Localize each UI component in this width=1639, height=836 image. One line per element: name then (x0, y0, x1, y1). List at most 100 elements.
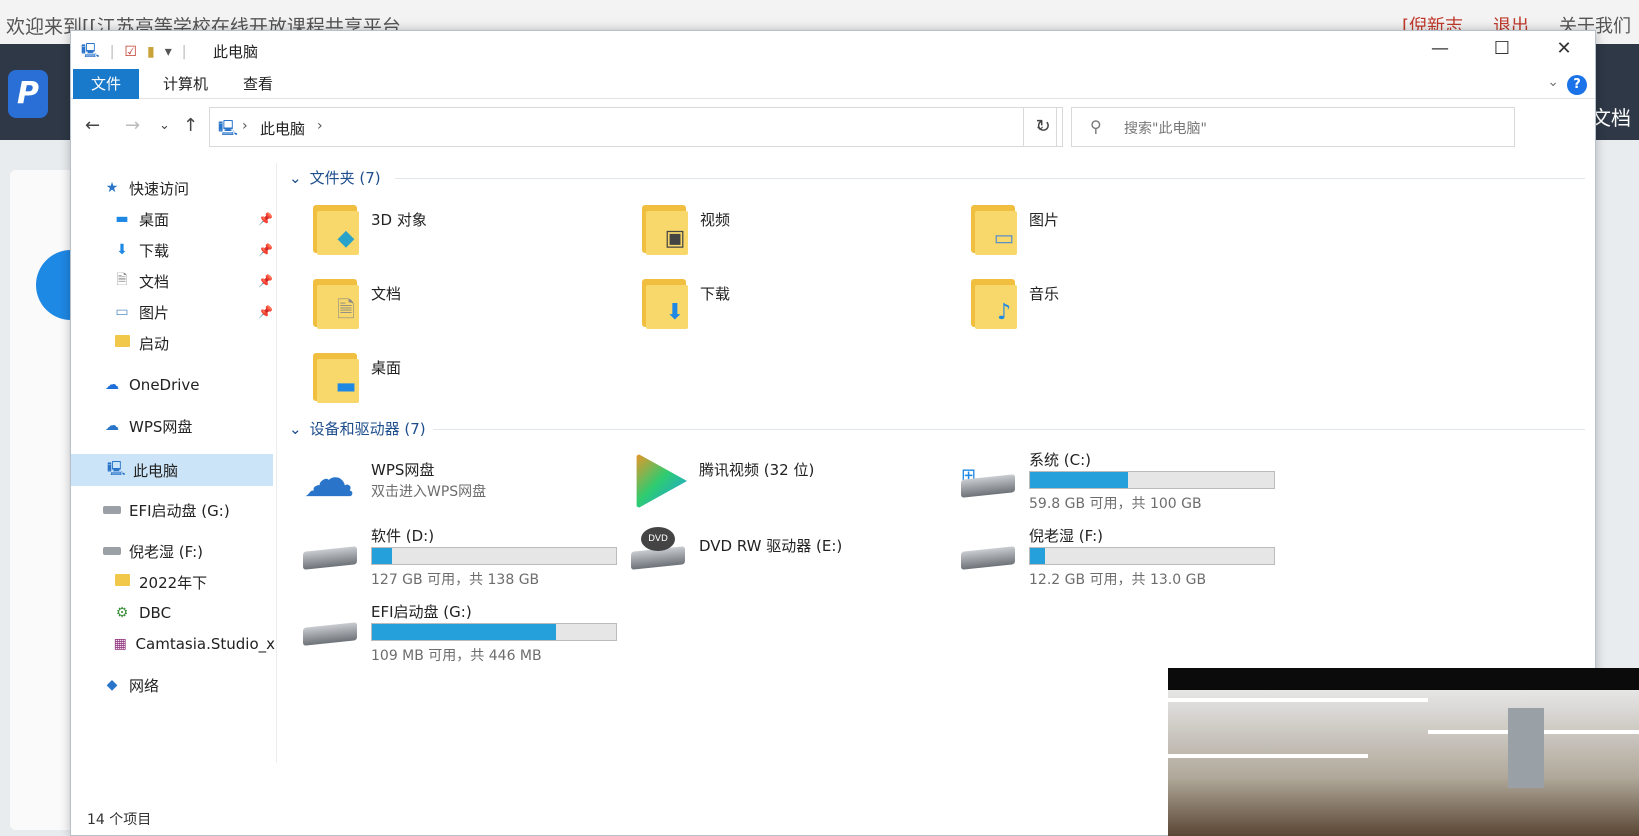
sidebar-item-label: DBC (139, 604, 172, 622)
drive-free-space: 12.2 GB 可用，共 13.0 GB (1029, 572, 1207, 588)
sidebar-item-desktop[interactable]: ▬ 桌面 📌 (113, 206, 273, 232)
sidebar-item-2022-folder[interactable]: 2022年下 (113, 569, 207, 595)
devices-group-header[interactable]: ⌄ 设备和驱动器 (7) (289, 418, 426, 439)
3d-objects-icon: ◆ (311, 201, 361, 257)
quick-access-toolbar: 🖳 | ☑ ▮ ▾ | (81, 40, 186, 64)
breadcrumb-separator-icon[interactable]: › (242, 118, 248, 134)
drive-usage-bar (1029, 471, 1275, 489)
sidebar-item-label: 快速访问 (129, 179, 190, 198)
device-label: 腾讯视频 (32 位) (699, 461, 815, 479)
device-c-drive[interactable]: ⊞ 系统 (C:) 59.8 GB 可用，共 100 GB (961, 449, 1291, 515)
sidebar-item-efi-drive[interactable]: EFI启动盘 (G:) (103, 497, 230, 523)
sidebar-item-this-pc[interactable]: 🖳 此电脑 (71, 454, 273, 486)
collapse-chevron-icon[interactable]: ⌄ (289, 420, 302, 438)
recent-locations-icon[interactable]: ⌄ (159, 118, 170, 133)
device-g-drive[interactable]: EFI启动盘 (G:) 109 MB 可用，共 446 MB (303, 601, 633, 667)
device-dvd-drive[interactable]: DVD DVD RW 驱动器 (E:) (631, 525, 961, 591)
folder-3d-objects[interactable]: ◆ 3D 对象 (311, 201, 641, 267)
drive-usage-bar (371, 623, 617, 641)
drive-free-space: 59.8 GB 可用，共 100 GB (1029, 496, 1202, 512)
document-icon: 🗎 (116, 272, 128, 288)
device-d-drive[interactable]: 软件 (D:) 127 GB 可用，共 138 GB (303, 525, 633, 591)
folder-pictures[interactable]: ▭ 图片 (969, 201, 1299, 267)
sidebar-item-onedrive[interactable]: ☁ OneDrive (103, 372, 200, 398)
window-controls: — ☐ ✕ (1409, 31, 1595, 69)
tab-computer[interactable]: 计算机 (145, 69, 226, 99)
navigation-pane: ★ 快速访问 ▬ 桌面 📌 ⬇ 下载 📌 🗎 文档 📌 ▭ 图片 📌 启动 ☁ … (71, 163, 277, 763)
folder-label: 桌面 (371, 359, 402, 377)
pin-icon[interactable]: 📌 (258, 212, 273, 226)
download-icon: ⬇ (640, 275, 690, 331)
forward-button[interactable]: → (125, 115, 140, 136)
folder-videos[interactable]: ▣ 视频 (640, 201, 970, 267)
tab-file[interactable]: 文件 (73, 69, 140, 99)
pin-icon[interactable]: 📌 (258, 243, 273, 257)
sidebar-item-label: Camtasia.Studio_x (135, 635, 275, 653)
sidebar-item-wps-cloud[interactable]: ☁ WPS网盘 (103, 413, 192, 439)
sidebar-item-label: 2022年下 (139, 573, 208, 592)
device-wps-cloud[interactable]: ☁ WPS网盘 双击进入WPS网盘 (303, 453, 633, 525)
tab-view[interactable]: 查看 (225, 69, 291, 99)
folders-group-header[interactable]: ⌄ 文件夹 (7) (289, 167, 381, 188)
folder-documents[interactable]: 🗎 文档 (311, 275, 641, 341)
folder-label: 3D 对象 (371, 211, 427, 229)
group-title: 设备和驱动器 (7) (309, 420, 426, 438)
search-input[interactable]: ⚲ 搜索"此电脑" (1071, 107, 1515, 147)
pin-icon[interactable]: 📌 (258, 274, 273, 288)
folder-downloads[interactable]: ⬇ 下载 (640, 275, 970, 341)
properties-icon[interactable]: ☑ (124, 44, 137, 60)
sidebar-item-pictures[interactable]: ▭ 图片 📌 (113, 299, 273, 325)
minimize-button[interactable]: — (1409, 31, 1471, 69)
folder-label: 音乐 (1029, 285, 1060, 303)
search-placeholder: 搜索"此电脑" (1124, 121, 1207, 137)
device-tencent-video[interactable]: 腾讯视频 (32 位) (631, 453, 961, 525)
sidebar-item-camtasia[interactable]: ▦ Camtasia.Studio_x (113, 631, 275, 657)
sidebar-item-label: 图片 (139, 303, 170, 322)
qat-dropdown-icon[interactable]: ▾ (165, 44, 172, 60)
sidebar-item-label: 启动 (139, 334, 170, 353)
help-icon[interactable]: ? (1567, 75, 1587, 95)
sidebar-item-downloads[interactable]: ⬇ 下载 📌 (113, 237, 273, 263)
breadcrumb-this-pc[interactable]: 此电脑 (260, 118, 305, 139)
sidebar-item-documents[interactable]: 🗎 文档 📌 (113, 268, 273, 294)
title-bar: 🖳 | ☑ ▮ ▾ | 此电脑 — ☐ ✕ (71, 31, 1595, 69)
refresh-button[interactable]: ↻ (1023, 107, 1063, 147)
close-button[interactable]: ✕ (1533, 31, 1595, 69)
site-doc-link[interactable]: 文档 (1591, 102, 1631, 131)
dbc-app-icon: ⚙ (115, 605, 129, 621)
sidebar-item-dbc[interactable]: ⚙ DBC (113, 600, 171, 626)
sidebar-item-label: WPS网盘 (129, 417, 193, 436)
breadcrumb-separator-icon[interactable]: › (317, 118, 323, 134)
status-bar-item-count: 14 个项目 (87, 812, 152, 828)
sidebar-item-startup[interactable]: 启动 (113, 330, 169, 356)
device-label: EFI启动盘 (G:) (371, 603, 472, 621)
address-bar[interactable]: 🖳 › 此电脑 › ⌄ (209, 107, 1057, 147)
group-divider (433, 429, 1585, 430)
navigation-bar: ← → ⌄ ↑ 🖳 › 此电脑 › ⌄ ↻ ⚲ 搜索"此电脑" (71, 101, 1595, 149)
sidebar-item-f-drive[interactable]: 倪老湿 (F:) (103, 538, 203, 564)
folder-label: 视频 (700, 211, 731, 229)
drive-free-space: 109 MB 可用，共 446 MB (371, 648, 542, 664)
cloud-icon: ☁ (303, 449, 355, 509)
device-f-drive[interactable]: 倪老湿 (F:) 12.2 GB 可用，共 13.0 GB (961, 525, 1291, 591)
drive-usage-fill (1030, 472, 1129, 488)
drive-usage-fill (372, 548, 392, 564)
maximize-button[interactable]: ☐ (1471, 31, 1533, 69)
folder-desktop[interactable]: ▬ 桌面 (311, 349, 641, 415)
sidebar-item-network[interactable]: ◆ 网络 (103, 672, 159, 698)
sidebar-item-label: 文档 (139, 272, 170, 291)
sidebar-item-quick-access[interactable]: ★ 快速访问 (103, 175, 189, 201)
device-label: 软件 (D:) (371, 527, 435, 545)
drive-icon (103, 502, 121, 518)
sidebar-item-label: 下载 (139, 241, 170, 260)
desktop-icon: ▬ (311, 349, 361, 405)
up-button[interactable]: ↑ (183, 115, 198, 136)
collapse-chevron-icon[interactable]: ⌄ (289, 169, 302, 187)
webcam-overlay (1168, 668, 1639, 836)
expand-ribbon-icon[interactable]: ⌄ (1547, 74, 1559, 90)
pin-icon[interactable]: 📌 (258, 305, 273, 319)
back-button[interactable]: ← (85, 115, 100, 136)
dvd-icon: DVD (631, 527, 685, 570)
folder-music[interactable]: ♪ 音乐 (969, 275, 1299, 341)
new-folder-icon[interactable]: ▮ (147, 44, 155, 60)
